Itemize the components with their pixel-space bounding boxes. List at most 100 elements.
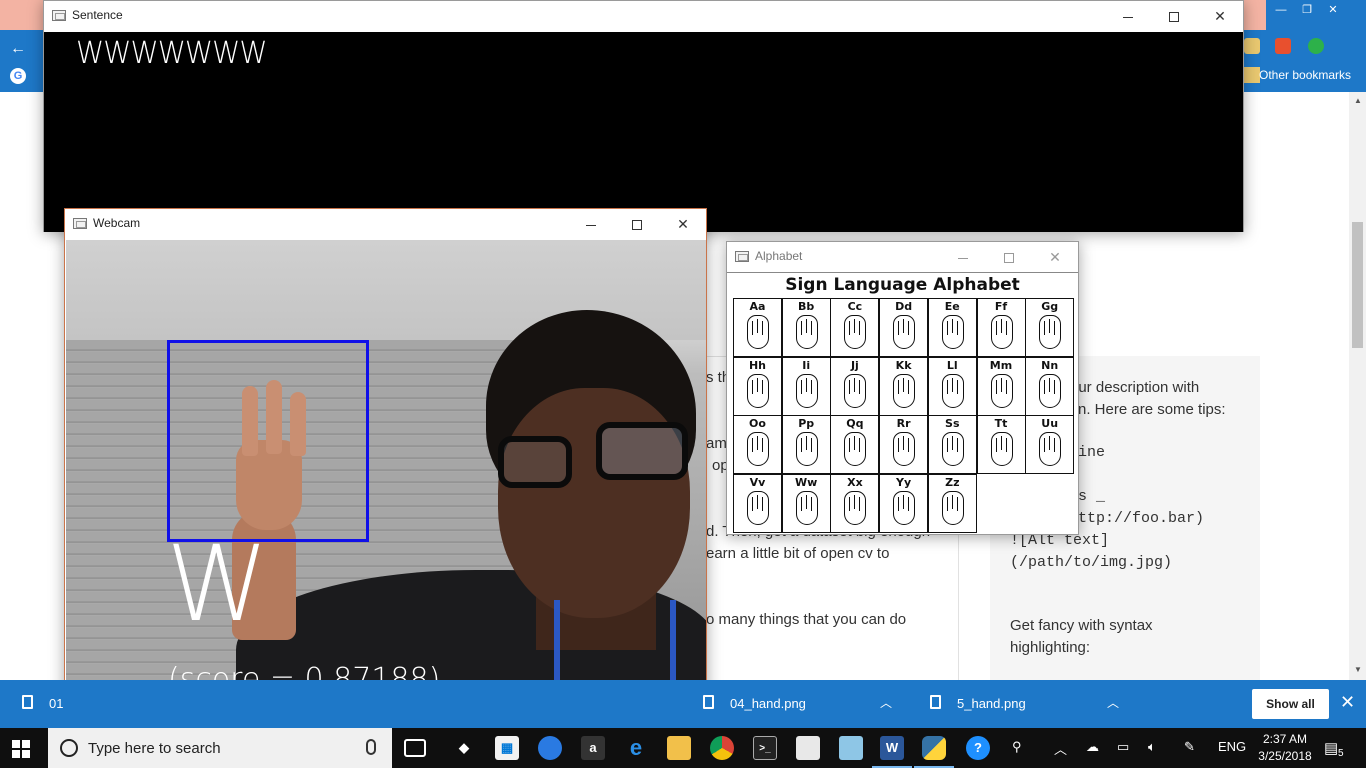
alphabet-letter: Mm — [989, 358, 1013, 372]
chevron-up-icon[interactable]: ︿ — [1054, 739, 1067, 758]
minimize-button[interactable] — [1105, 1, 1151, 31]
amazon-icon[interactable]: a — [581, 736, 605, 760]
alphabet-letter: Bb — [798, 300, 815, 313]
scroll-up-icon[interactable]: ▲ — [1351, 96, 1365, 105]
maximize-button[interactable] — [1151, 1, 1197, 31]
search-icon — [60, 739, 78, 757]
alphabet-cell: Cc — [830, 298, 880, 357]
microphone-icon[interactable] — [366, 739, 376, 755]
maximize-button[interactable] — [986, 242, 1032, 272]
hand-sign-icon — [893, 373, 916, 408]
clock-time: 2:37 AM — [1262, 732, 1308, 746]
panel-code: (/path/to/img.jpg) — [1010, 554, 1173, 571]
network-icon[interactable]: ☁ — [1086, 739, 1099, 755]
browser-minimize-button[interactable]: — — [1270, 0, 1292, 20]
chrome-icon[interactable] — [710, 736, 734, 760]
extension-icon[interactable] — [1275, 38, 1291, 54]
task-view-icon[interactable] — [404, 739, 426, 757]
close-button[interactable]: ✕ — [1197, 1, 1243, 31]
titlebar[interactable]: Webcam ✕ — [65, 209, 706, 239]
volume-icon[interactable]: 🔈︎ — [1148, 739, 1156, 755]
alphabet-cell: Ff — [976, 298, 1026, 357]
alphabet-window[interactable]: Alphabet ✕ Sign Language Alphabet Aa Bb Cc… — [726, 241, 1079, 535]
chevron-up-icon[interactable]: ︿ — [1107, 694, 1119, 711]
download-item[interactable]: 01 — [49, 696, 63, 711]
windows-start-icon[interactable] — [12, 740, 30, 758]
store-icon[interactable]: ▦ — [495, 736, 519, 760]
close-icon[interactable]: ✕ — [1340, 692, 1355, 713]
alphabet-cell: Ii — [781, 356, 831, 416]
scroll-down-icon[interactable]: ▼ — [1351, 665, 1365, 674]
file-explorer-icon[interactable] — [667, 736, 691, 760]
dropbox-icon[interactable]: ◆ — [452, 736, 476, 760]
google-icon[interactable]: G — [10, 68, 26, 84]
alphabet-cell: Uu — [1025, 415, 1075, 474]
other-bookmarks[interactable]: Other bookmarks — [1259, 68, 1351, 82]
battery-icon[interactable]: ▭ — [1117, 739, 1129, 755]
alphabet-letter: Ff — [994, 300, 1008, 313]
notification-icon[interactable]: ▤ — [1324, 739, 1338, 757]
window-title: Sentence — [72, 8, 123, 22]
extension-icon[interactable] — [1308, 38, 1324, 54]
page-scrollbar[interactable] — [1349, 92, 1366, 680]
hand-sign-icon — [941, 432, 964, 466]
alphabet-cell: Gg — [1025, 298, 1075, 357]
sentence-window[interactable]: Sentence ✕ WWWWWWW — [43, 0, 1244, 232]
alphabet-letter: Aa — [749, 300, 766, 313]
extension-icon[interactable] — [1244, 38, 1260, 54]
alphabet-letter: Ee — [944, 300, 960, 313]
people-icon[interactable]: ⚲ — [1012, 739, 1022, 755]
webcam-feed: W (score = 0.87188) — [66, 240, 706, 721]
titlebar[interactable]: Alphabet ✕ — [727, 242, 1078, 272]
edge-icon[interactable]: e — [624, 736, 648, 760]
search-input[interactable]: Type here to search — [88, 740, 221, 757]
webcam-window[interactable]: Webcam ✕ W (score = 0.87188) — [64, 208, 707, 721]
hand-sign-icon — [795, 432, 818, 466]
clock[interactable]: 2:37 AM 3/25/2018 — [1255, 731, 1315, 765]
hand-sign-icon — [1039, 373, 1062, 408]
browser-tab-right[interactable] — [1244, 0, 1266, 30]
minimize-button[interactable] — [940, 242, 986, 272]
alphabet-cell: Rr — [879, 415, 929, 474]
browser-tab[interactable] — [0, 0, 44, 30]
browser-close-button[interactable]: ✕ — [1322, 0, 1344, 20]
firefox-icon[interactable] — [538, 736, 562, 760]
panel-text: highlighting: — [1010, 639, 1091, 656]
minimize-button[interactable] — [568, 209, 614, 239]
word-icon[interactable]: W — [880, 736, 904, 760]
titlebar[interactable]: Sentence ✕ — [44, 1, 1243, 31]
alphabet-letter: Gg — [1041, 300, 1059, 313]
download-bar: 01 04_hand.png ︿ 5_hand.png ︿ Show all ✕ — [0, 680, 1366, 728]
alphabet-letter: Ll — [946, 358, 958, 372]
alphabet-letter: Hh — [748, 358, 767, 372]
terminal-icon[interactable]: >_ — [753, 736, 777, 760]
alphabet-letter: Oo — [749, 417, 766, 430]
help-icon[interactable]: ? — [966, 736, 990, 760]
download-item[interactable]: 5_hand.png — [957, 696, 1026, 711]
close-button[interactable]: ✕ — [1032, 242, 1078, 272]
alphabet-letter: Kk — [895, 358, 912, 372]
pen-icon[interactable]: ✎ — [1184, 739, 1195, 755]
maximize-button[interactable] — [614, 209, 660, 239]
alphabet-cell: Vv — [733, 473, 782, 533]
alphabet-cell: Qq — [830, 415, 880, 474]
alphabet-cell: Nn — [1025, 356, 1075, 416]
download-item[interactable]: 04_hand.png — [730, 696, 806, 711]
language-indicator[interactable]: ENG — [1218, 739, 1246, 754]
scrollbar-thumb[interactable] — [1352, 222, 1363, 348]
alphabet-letter: Xx — [847, 475, 863, 489]
chevron-up-icon[interactable]: ︿ — [880, 694, 892, 711]
back-arrow-icon[interactable]: ← — [10, 40, 26, 58]
show-all-button[interactable]: Show all — [1252, 689, 1329, 719]
search-box[interactable]: Type here to search — [48, 728, 392, 768]
app-icon[interactable] — [839, 736, 863, 760]
file-icon[interactable] — [796, 736, 820, 760]
window-icon — [73, 218, 87, 229]
hand-sign-icon — [1039, 315, 1062, 349]
hand-sign-icon — [990, 432, 1013, 466]
hand-sign-icon — [893, 432, 916, 466]
browser-restore-button[interactable]: ❐ — [1296, 0, 1318, 20]
panel-code: ine — [1078, 444, 1106, 461]
python-icon[interactable] — [922, 736, 946, 760]
close-button[interactable]: ✕ — [660, 209, 706, 239]
